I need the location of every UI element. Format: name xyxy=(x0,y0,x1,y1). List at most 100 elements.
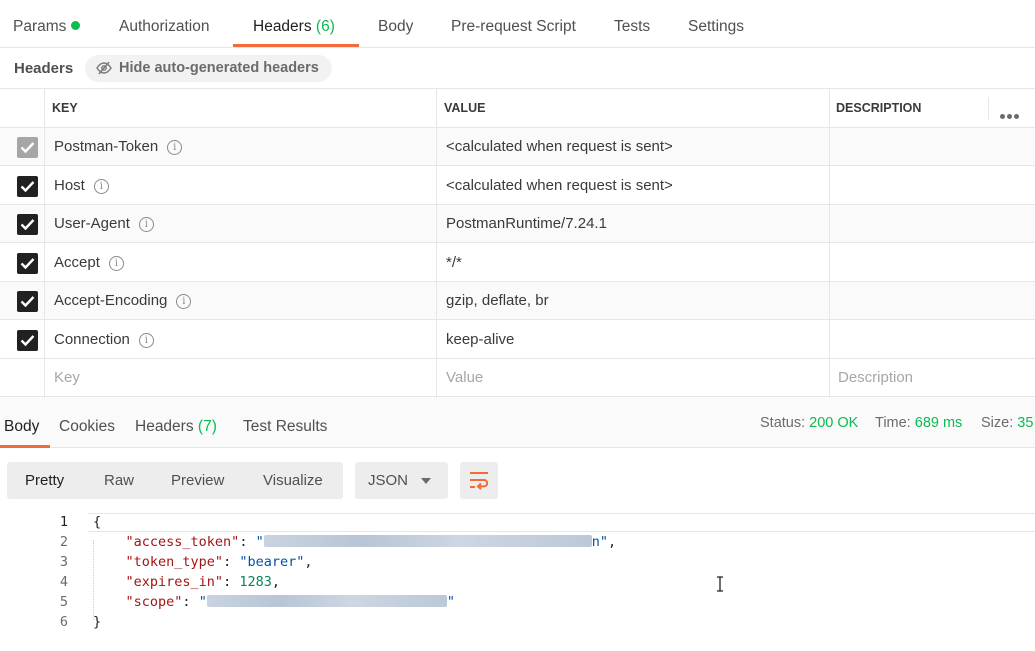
text-cursor-icon xyxy=(717,576,723,592)
json-key: "scope" xyxy=(125,594,183,610)
redacted-scope xyxy=(206,595,447,607)
tab-count: (6) xyxy=(315,18,335,35)
row-checkbox[interactable] xyxy=(17,137,38,158)
format-label: JSON xyxy=(368,472,409,489)
tab-params[interactable]: Params xyxy=(13,0,81,48)
raw-button[interactable]: Raw xyxy=(104,462,134,499)
active-tab-indicator xyxy=(233,44,359,47)
code-line: "expires_in": 1283, xyxy=(125,574,280,590)
header-key-text: User-Agent xyxy=(54,215,130,232)
view-mode-selector: Pretty Raw Preview Visualize xyxy=(7,462,343,499)
info-icon[interactable]: i xyxy=(108,256,124,271)
tab-body[interactable]: Body xyxy=(378,0,413,48)
json-key: "expires_in" xyxy=(125,574,224,590)
code-line: "access_token": " n", xyxy=(125,534,617,550)
header-value[interactable]: PostmanRuntime/7.24.1 xyxy=(446,205,607,243)
hide-auto-generated-headers-button[interactable]: Hide auto-generated headers xyxy=(85,55,332,82)
header-value[interactable]: keep-alive xyxy=(446,321,514,359)
header-value[interactable]: <calculated when request is sent> xyxy=(446,128,673,166)
open-brace: { xyxy=(93,514,102,530)
preview-button[interactable]: Preview xyxy=(171,462,224,499)
more-options-icon[interactable] xyxy=(1000,106,1021,123)
time-label: Time: xyxy=(875,415,911,431)
tab-authorization[interactable]: Authorization xyxy=(119,0,209,48)
header-key[interactable]: Accept i xyxy=(54,244,124,282)
header-key[interactable]: Accept-Encoding i xyxy=(54,282,192,320)
row-checkbox[interactable] xyxy=(17,330,38,351)
request-tabs: Params Authorization Headers (6) Body Pr… xyxy=(0,0,1035,48)
header-key[interactable]: User-Agent i xyxy=(54,205,154,243)
response-tab-body[interactable]: Body xyxy=(4,398,39,448)
response-status: Status: 200 OK xyxy=(760,398,858,448)
row-checkbox[interactable] xyxy=(17,253,38,274)
chevron-down-icon xyxy=(421,478,431,484)
status-value[interactable]: 200 OK xyxy=(809,415,858,431)
headers-section-title: Headers xyxy=(14,60,74,77)
header-key[interactable]: Connection i xyxy=(54,321,154,359)
table-header: KEY VALUE DESCRIPTION xyxy=(0,89,1035,128)
format-dropdown[interactable]: JSON xyxy=(355,462,448,499)
tab-settings[interactable]: Settings xyxy=(688,0,744,48)
header-value[interactable]: <calculated when request is sent> xyxy=(446,167,673,205)
header-value[interactable]: */* xyxy=(446,244,462,282)
column-divider xyxy=(436,89,437,398)
response-tab-headers[interactable]: Headers (7) xyxy=(135,398,217,448)
json-key: "access_token" xyxy=(125,534,240,550)
table-row: Accept i */* xyxy=(0,244,1035,282)
wrap-lines-button[interactable] xyxy=(460,462,498,499)
description-input[interactable]: Description xyxy=(838,359,913,397)
pretty-button[interactable]: Pretty xyxy=(25,462,64,499)
header-key-text: Accept xyxy=(54,254,100,271)
header-key[interactable]: Postman-Token i xyxy=(54,128,183,166)
time-value[interactable]: 689 ms xyxy=(915,415,963,431)
size-value[interactable]: 35 xyxy=(1017,415,1033,431)
response-time: Time: 689 ms xyxy=(875,398,962,448)
tab-label: Cookies xyxy=(59,418,115,435)
tab-label: Settings xyxy=(688,18,745,35)
table-row: Postman-Token i <calculated when request … xyxy=(0,128,1035,166)
line-number: 2 xyxy=(59,534,68,550)
table-row: Connection i keep-alive xyxy=(0,321,1035,359)
tab-label: Tests xyxy=(614,18,651,35)
tab-label: Headers xyxy=(135,418,194,435)
response-active-tab-indicator xyxy=(0,445,50,448)
tab-label: Test Results xyxy=(243,418,328,435)
tab-label: Params xyxy=(13,18,67,35)
code-line: "token_type": "bearer", xyxy=(125,554,313,570)
code-line: { xyxy=(93,512,101,532)
line-number: 1 xyxy=(59,514,68,530)
response-body-editor[interactable]: 1 2 3 4 5 6 { "access_token": " n", "toke… xyxy=(0,510,1035,651)
line-number: 6 xyxy=(59,614,68,630)
value-input[interactable]: Value xyxy=(446,359,483,397)
tab-headers[interactable]: Headers (6) xyxy=(253,0,335,48)
wrap-lines-icon xyxy=(470,472,489,490)
tab-label: Pre-request Script xyxy=(451,18,576,35)
header-value[interactable]: gzip, deflate, br xyxy=(446,282,549,320)
header-key[interactable]: Host i xyxy=(54,167,109,205)
response-tab-cookies[interactable]: Cookies xyxy=(59,398,115,448)
row-checkbox[interactable] xyxy=(17,176,38,197)
key-input[interactable]: Key xyxy=(54,359,80,397)
redacted-access-token xyxy=(263,535,592,547)
tab-label: Authorization xyxy=(119,18,210,35)
tab-pre-request-script[interactable]: Pre-request Script xyxy=(451,0,576,48)
column-divider xyxy=(988,97,989,120)
header-key-text: Host xyxy=(54,177,85,194)
row-checkbox[interactable] xyxy=(17,291,38,312)
info-icon[interactable]: i xyxy=(176,294,192,309)
info-icon[interactable]: i xyxy=(138,333,154,348)
tab-tests[interactable]: Tests xyxy=(614,0,650,48)
header-key-text: Postman-Token xyxy=(54,138,159,155)
info-icon[interactable]: i xyxy=(138,217,154,232)
visualize-button[interactable]: Visualize xyxy=(263,462,323,499)
tab-label: Headers xyxy=(253,18,312,35)
column-description: DESCRIPTION xyxy=(836,101,922,115)
response-tab-test-results[interactable]: Test Results xyxy=(243,398,327,448)
info-icon[interactable]: i xyxy=(167,140,183,155)
tab-count: (7) xyxy=(197,418,217,435)
params-active-dot xyxy=(71,21,81,30)
row-checkbox[interactable] xyxy=(17,214,38,235)
line-number: 5 xyxy=(59,594,68,610)
column-value: VALUE xyxy=(444,101,486,115)
info-icon[interactable]: i xyxy=(93,179,109,194)
